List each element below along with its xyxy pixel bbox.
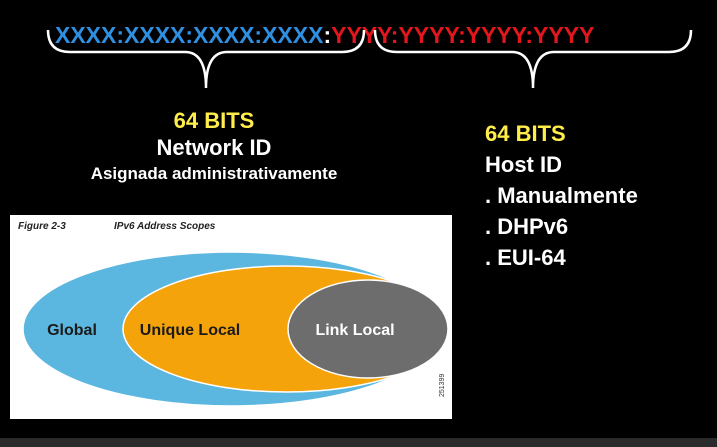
host-method-dhcpv6: . DHPv6 — [485, 214, 569, 239]
host-method-manual: . Manualmente — [485, 183, 638, 208]
network-bits: 64 BITS — [173, 108, 255, 133]
network-part: XXXX:XXXX:XXXX:XXXX — [55, 22, 324, 48]
figure-number: Figure 2-3 — [18, 221, 66, 232]
figure-caption: Figure 2-3 IPv6 Address Scopes — [18, 221, 215, 232]
network-id-title: Network ID — [156, 135, 272, 160]
host-info: 64 BITS Host ID . Manualmente . DHPv6 . … — [485, 119, 638, 273]
figure-code: 251399 — [439, 374, 446, 397]
scopes-diagram: Global Unique Local Link Local 251399 — [22, 251, 450, 407]
ipv6-scopes-figure: Global Unique Local Link Local 251399 Fi… — [10, 215, 452, 419]
slide: XXXX:XXXX:XXXX:XXXX:YYYY:YYYY:YYYY:YYYY … — [0, 0, 717, 447]
network-assignment: Asignada administrativamente — [90, 164, 338, 183]
ipv6-address: XXXX:XXXX:XXXX:XXXX:YYYY:YYYY:YYYY:YYYY — [55, 22, 594, 49]
host-bits: 64 BITS — [485, 121, 566, 146]
bottom-bar — [0, 438, 717, 447]
braces — [46, 29, 693, 89]
network-info: 64 BITS Network ID Asignada administrati… — [40, 108, 388, 186]
host-id-title: Host ID — [485, 152, 562, 177]
host-part: YYYY:YYYY:YYYY:YYYY — [331, 22, 595, 48]
global-label: Global — [47, 322, 97, 339]
host-method-eui64: . EUI-64 — [485, 245, 566, 270]
address-separator: : — [323, 22, 332, 48]
link-local-label: Link Local — [315, 322, 394, 339]
figure-title: IPv6 Address Scopes — [114, 221, 216, 232]
unique-local-label: Unique Local — [140, 322, 240, 339]
